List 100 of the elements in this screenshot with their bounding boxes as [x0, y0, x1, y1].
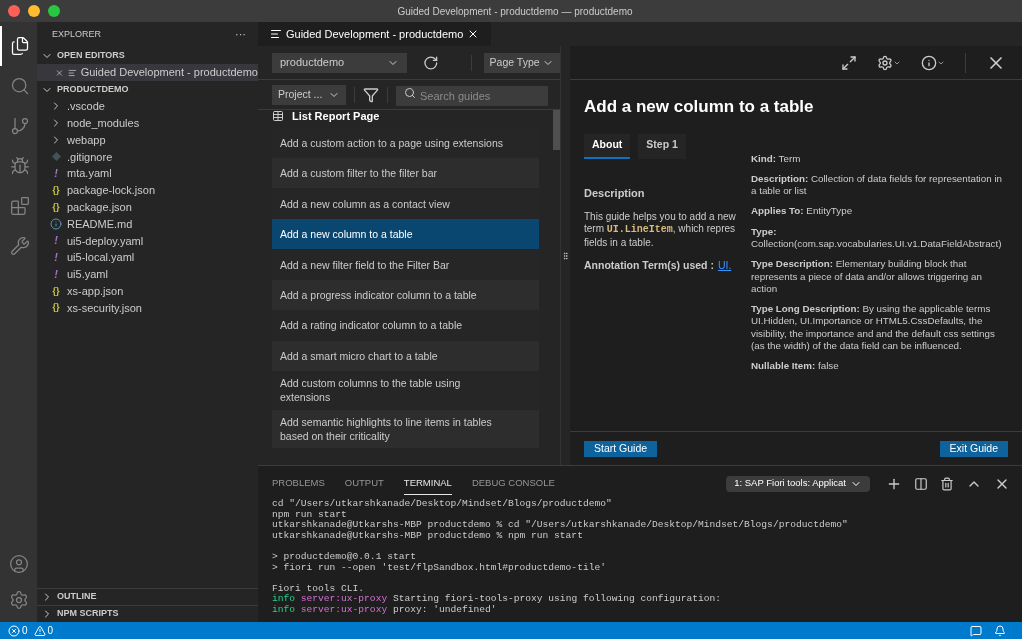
file-tree-item[interactable]: ! ui5.yaml: [37, 265, 258, 283]
window-title: Guided Development - productdemo — productdemo: [397, 4, 633, 19]
file-tree-item[interactable]: ! ui5-local.yaml: [37, 249, 258, 266]
page-type-dropdown[interactable]: Page Type: [483, 52, 560, 73]
section-header[interactable]: PRODUCTDEMO: [37, 81, 258, 98]
app-dropdown[interactable]: productdemo: [272, 52, 408, 73]
file-tree-item[interactable]: node_modules: [37, 114, 258, 132]
editor-tab[interactable]: Guided Development - productdemo: [258, 22, 492, 46]
popup-field: Description: Collection of data fields for representation in a table or list: [751, 172, 1008, 198]
file-tree-item[interactable]: README.md: [37, 215, 258, 233]
file-tree-item[interactable]: .vscode: [37, 98, 258, 115]
lines-icon: [270, 28, 282, 40]
braces-icon: {}: [50, 202, 62, 212]
project-dropdown[interactable]: Project ...: [272, 84, 346, 105]
filter-icon[interactable]: [363, 86, 379, 103]
guide-tab[interactable]: About: [584, 133, 631, 159]
popup-field: Kind: Term: [751, 152, 1008, 165]
account-icon[interactable]: [8, 554, 29, 574]
guide-list-item[interactable]: Add a custom filter to the filter bar: [272, 158, 539, 189]
info-icon: [50, 217, 62, 230]
files-icon: [9, 36, 30, 56]
file-tree-item[interactable]: ! ui5-deploy.yaml: [37, 232, 258, 250]
popup-field: Nullable Item: false: [751, 360, 1008, 373]
exclamation-icon: !: [50, 268, 62, 280]
guide-tab[interactable]: Step 1: [638, 133, 686, 159]
info-icon[interactable]: [921, 54, 937, 71]
file-tree-item[interactable]: webapp: [37, 131, 258, 149]
guide-list-item[interactable]: Add semantic highlights to line items in tables based on their criticality: [272, 409, 539, 448]
table-icon: [272, 110, 284, 122]
minimize-window-button[interactable]: [28, 5, 40, 17]
start-guide-button[interactable]: Start Guide: [584, 440, 658, 457]
popup-field: Type Description: Elementary building block that represents a piece of data and/or allows triggering an action: [751, 258, 1008, 296]
popup-field: Type: Collection(com.sap.vocabularies.UI.v1.DataFieldAbstract): [751, 225, 1008, 251]
group-heading: List Report Page: [292, 110, 380, 124]
guide-list-item[interactable]: Add a new column to a table: [272, 219, 539, 250]
terminal-select[interactable]: 1: SAP Fiori tools: Applicat: [726, 475, 870, 492]
diamond-icon: [51, 152, 61, 162]
guide-list-item[interactable]: Add a smart micro chart to a table: [272, 340, 539, 371]
file-tree-item[interactable]: .gitignore: [37, 148, 258, 166]
exclamation-icon: !: [50, 168, 62, 180]
search-field[interactable]: Search guides: [396, 85, 548, 106]
wrench-icon: [9, 236, 30, 256]
section-header[interactable]: OPEN EDITORS: [37, 47, 258, 64]
terminal-line: cd "/Users/utkarshkanade/Desktop/Mindset/Blogs/productdemo": [272, 499, 613, 510]
trash-icon[interactable]: [940, 476, 954, 491]
panel-tab[interactable]: DEBUG CONSOLE: [471, 471, 555, 496]
file-tree-item[interactable]: {} package.json: [37, 198, 258, 216]
braces-icon: {}: [50, 303, 62, 313]
description-line: term UI.LineItem, which repres: [584, 223, 736, 237]
terminal-line: info server:ux-proxy proxy: 'undefined': [272, 604, 498, 616]
description-line: fields in a table.: [584, 236, 654, 249]
sidebar-title: EXPLORER: [52, 27, 102, 41]
braces-icon: {}: [50, 185, 62, 195]
warning-icon: [33, 624, 46, 637]
open-editor-item[interactable]: Guided Development - productdemo: [37, 64, 258, 81]
feedback-icon[interactable]: [970, 624, 982, 637]
exclamation-icon: !: [50, 235, 62, 247]
panel-tab[interactable]: TERMINAL: [403, 471, 452, 496]
terminal-line: > fiori run --open 'test/flpSandbox.html#productdemo-tile': [272, 562, 607, 574]
terminal-line: npm run start: [272, 509, 348, 520]
bug-icon: [9, 156, 30, 176]
description-line: This guide helps you to add a new: [584, 211, 736, 224]
exclamation-icon: !: [50, 252, 62, 264]
panel-tab[interactable]: PROBLEMS: [272, 471, 325, 496]
terminal-line: utkarshkanade@Utkarshs-MBP productdemo % npm run start: [272, 530, 584, 542]
section-header[interactable]: OUTLINE: [37, 588, 258, 605]
panel-tab[interactable]: OUTPUT: [344, 471, 384, 496]
guide-list-item[interactable]: Add a progress indicator column to a table: [272, 279, 539, 310]
problems-indicator[interactable]: 0 0: [8, 623, 54, 638]
bell-icon[interactable]: [994, 624, 1006, 637]
terminal-line: > productdemo@0.0.1 start: [272, 549, 417, 563]
more-actions-button[interactable]: ···: [235, 26, 246, 43]
settings-icon[interactable]: [877, 54, 893, 71]
popup-field: Applies To: EntityType: [751, 205, 1008, 218]
exit-guide-button[interactable]: Exit Guide: [939, 440, 1008, 457]
file-tree-item[interactable]: {} package-lock.json: [37, 182, 258, 199]
search-icon: [404, 86, 416, 99]
braces-icon: {}: [50, 286, 62, 296]
file-tree-item[interactable]: ! mta.yaml: [37, 165, 258, 182]
section-heading: Description: [584, 185, 645, 201]
annotation-link[interactable]: UI.: [717, 257, 732, 274]
branch-icon: [9, 116, 30, 136]
terminal-line: info server:ux-proxy Starting fiori-tools-proxy using following configuration:: [272, 594, 723, 605]
grip-icon[interactable]: [561, 249, 570, 262]
terminal-line: Fiori tools CLI.: [272, 581, 366, 594]
split-icon[interactable]: [914, 476, 928, 491]
terminal-line: utkarshkanade@Utkarshs-MBP productdemo % cd "/Users/utkarshkanade/Desktop/Mindset/Blogs/productdemo": [272, 520, 849, 531]
search-icon: [9, 76, 30, 96]
file-tree-item[interactable]: {} xs-app.json: [37, 282, 258, 300]
scrollbar-thumb[interactable]: [553, 110, 560, 150]
close-window-button[interactable]: [8, 5, 20, 17]
zoom-window-button[interactable]: [48, 5, 60, 17]
extensions-icon: [9, 196, 30, 216]
refresh-icon[interactable]: [423, 54, 439, 71]
popup-field: Type Long Description: By using the applicable terms UI.Hidden, UI.Importance or HTML5.CssDefaults, the visibility, the importance and and the default css settings (as the width) of the data field can be influenced.: [751, 303, 1008, 353]
guide-title: Add a new column to a table: [584, 96, 815, 118]
annotation-label: Annotation Term(s) used :: [584, 257, 714, 273]
file-tree-item[interactable]: {} xs-security.json: [37, 299, 258, 317]
error-icon: [8, 624, 20, 637]
expand-icon[interactable]: [841, 54, 857, 71]
